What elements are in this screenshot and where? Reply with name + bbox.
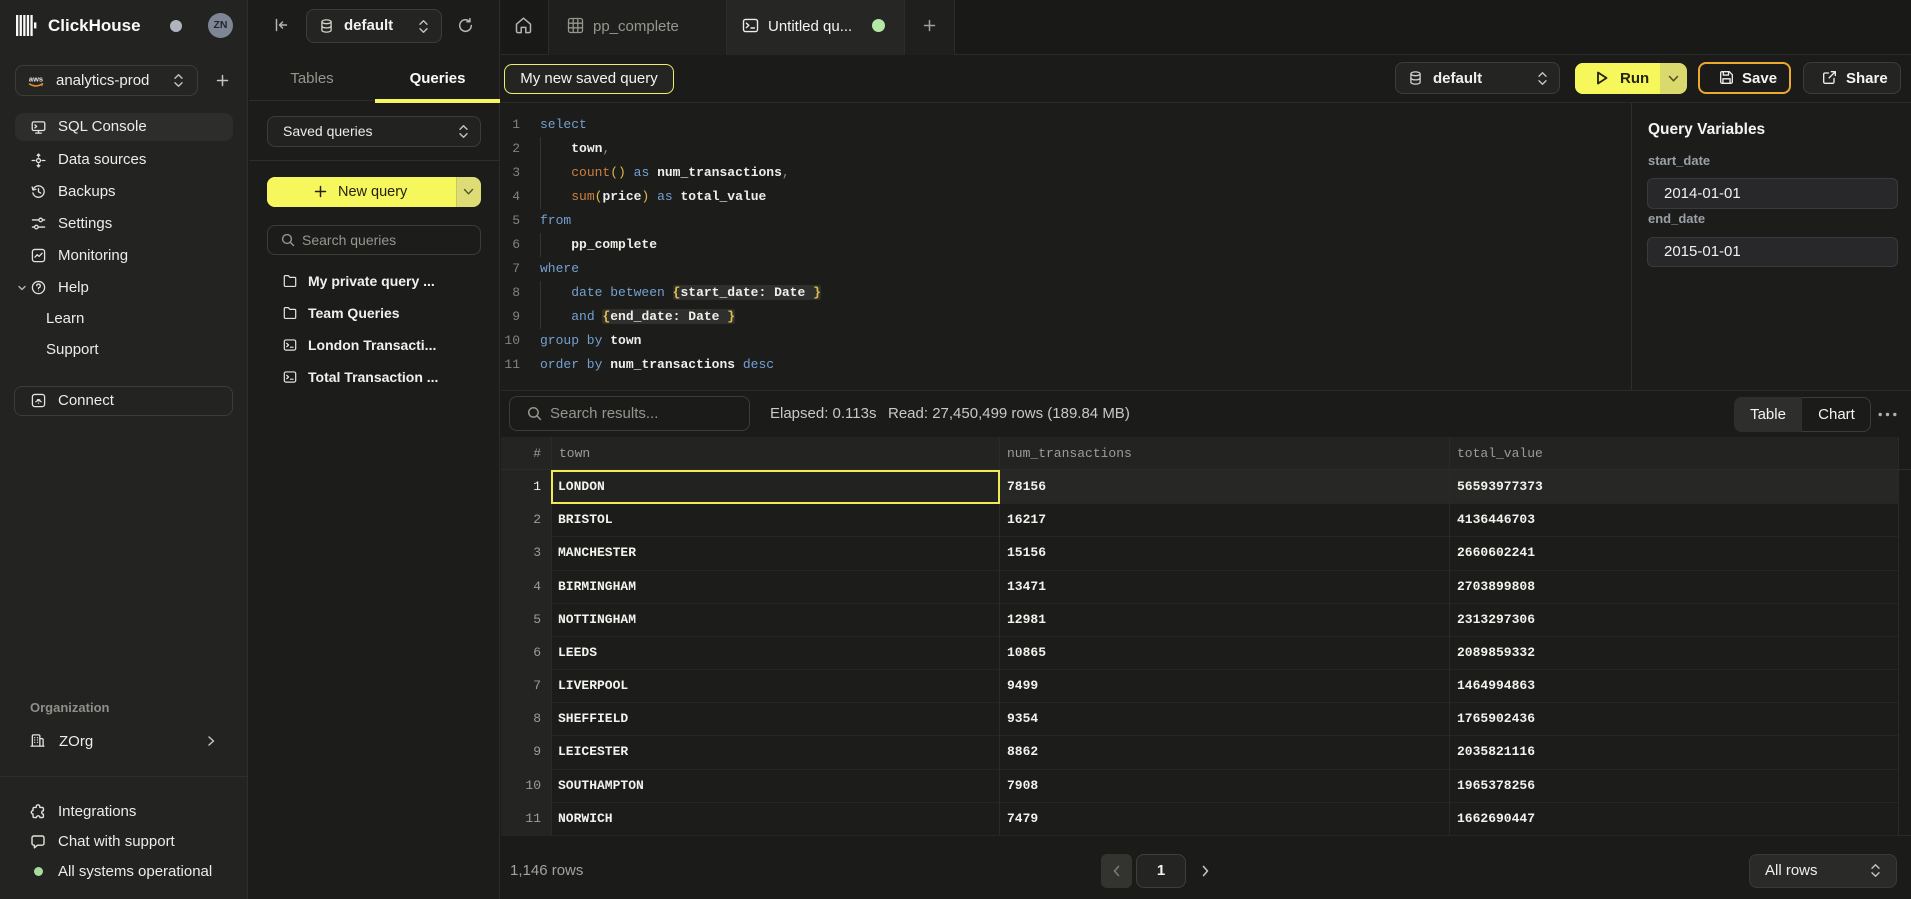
svg-text:aws: aws: [29, 75, 43, 84]
